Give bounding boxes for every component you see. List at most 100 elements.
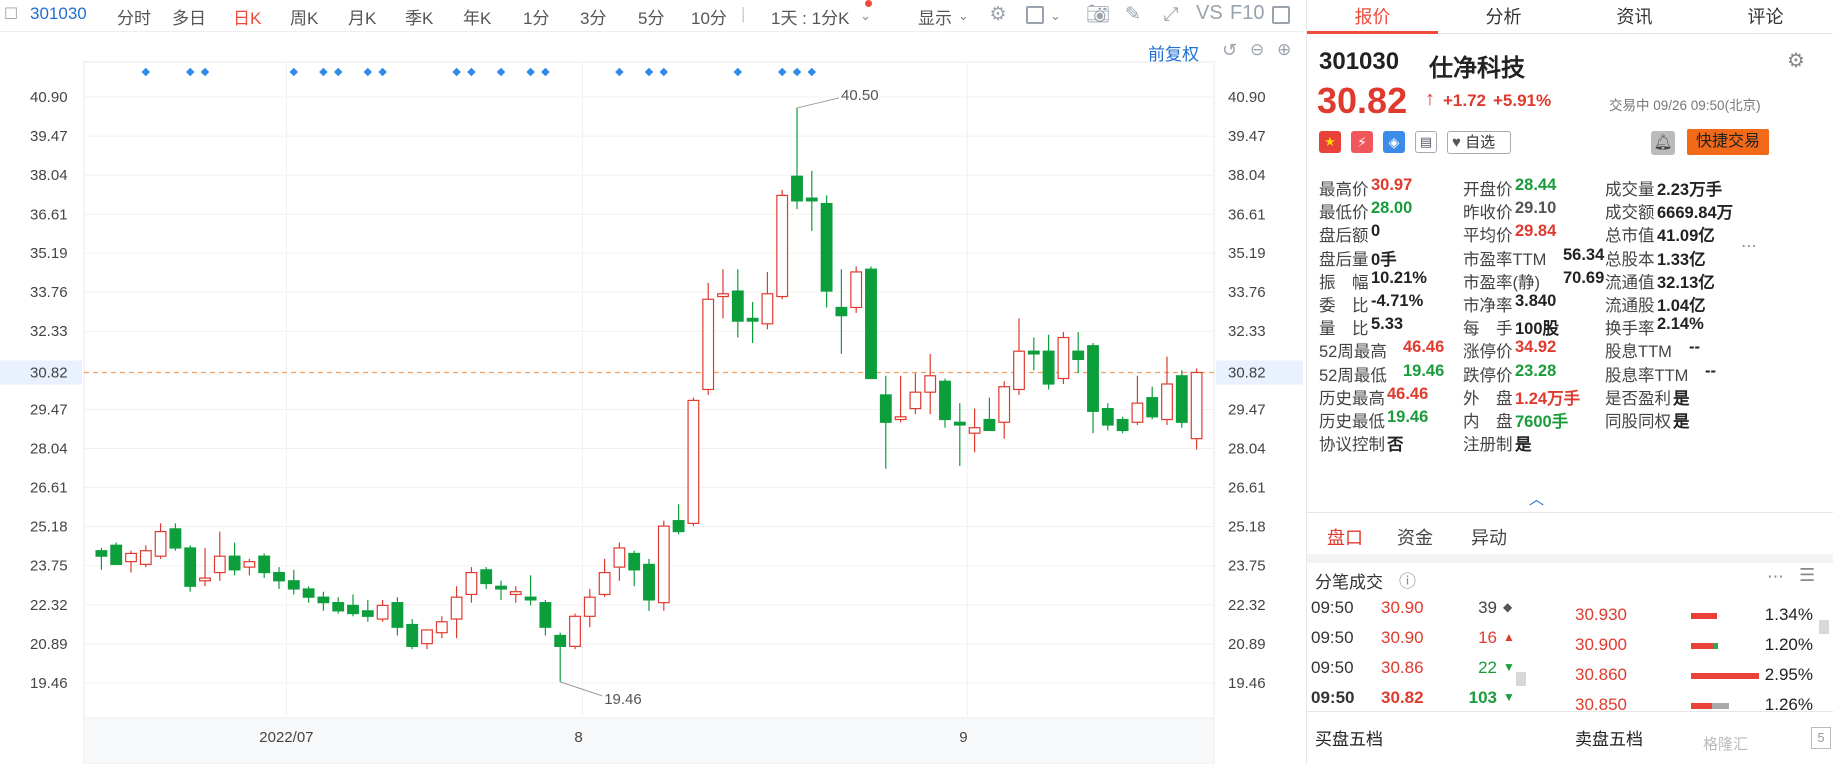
quote-value: 1.04亿 — [1657, 297, 1706, 315]
candle-body — [213, 555, 226, 574]
candle-body — [583, 596, 596, 617]
divider — [1307, 512, 1833, 513]
bookmark-icon[interactable]: ▤ — [1415, 131, 1437, 153]
candle-body — [924, 375, 937, 393]
period-year-k[interactable]: 年K — [463, 4, 491, 29]
dist-price: 30.930 — [1575, 605, 1627, 624]
candle-body — [317, 596, 330, 604]
interval-select[interactable]: 1天 : 1分K — [771, 4, 849, 29]
collapse-icon[interactable]: ︿ — [1529, 488, 1544, 509]
chevron-down-icon[interactable]: ⌄ — [860, 8, 871, 24]
candle-body — [865, 268, 877, 380]
pen-icon[interactable]: ✎ — [1122, 4, 1144, 26]
quote-label: 52周最低 — [1319, 366, 1387, 385]
period-week-k[interactable]: 周K — [290, 4, 318, 29]
subtab-capital[interactable]: 资金 — [1397, 524, 1433, 550]
candle-body — [1175, 375, 1188, 423]
period-quarter-k[interactable]: 季K — [405, 4, 433, 29]
candle-body — [258, 555, 271, 574]
candle-body — [850, 271, 863, 309]
scrollbar-thumb[interactable] — [1819, 620, 1829, 634]
period-10min[interactable]: 10分 — [691, 4, 727, 29]
display-menu[interactable]: 显示 — [918, 4, 952, 29]
add-watchlist-button[interactable]: ♥ 自选 — [1447, 131, 1511, 154]
navigator-strip — [83, 717, 1215, 764]
tick-price: 30.82 — [1381, 688, 1424, 707]
period-5min[interactable]: 5分 — [638, 4, 664, 29]
period-day-k[interactable]: 日K — [233, 4, 261, 29]
tick-price: 30.90 — [1381, 598, 1424, 617]
chevron-down-icon[interactable]: ⌄ — [958, 8, 969, 24]
tab-quote[interactable]: 报价 — [1307, 3, 1438, 29]
candle-body — [805, 197, 818, 202]
lightning-icon[interactable]: ⚡ — [1351, 131, 1373, 153]
camera-icon[interactable]: 📷︎ — [1086, 4, 1110, 26]
candle-body — [509, 591, 522, 596]
list-icon[interactable]: ☰ — [1799, 565, 1815, 586]
fullscreen-icon[interactable]: ⤢ — [1160, 4, 1182, 26]
dist-price: 30.850 — [1575, 695, 1627, 714]
period-1min[interactable]: 1分 — [523, 4, 549, 29]
sidebar-icon[interactable] — [1272, 6, 1290, 24]
checkbox-icon[interactable]: ☐ — [0, 4, 22, 26]
dist-pct: 2.95% — [1764, 665, 1813, 684]
scrollbar-thumb[interactable] — [1516, 672, 1526, 686]
candle-body — [820, 202, 833, 292]
x-axis-label: 9 — [959, 729, 967, 746]
tab-news[interactable]: 资讯 — [1569, 3, 1700, 29]
period-duori[interactable]: 多日 — [172, 4, 206, 29]
subtab-abnormal[interactable]: 异动 — [1471, 524, 1507, 550]
chart-toolbar: ☐ 301030 分时 多日 日K 周K 月K 季K 年K 1分 3分 5分 1… — [0, 0, 1303, 32]
kline-chart[interactable]: 40.90 40.90 39.47 39.47 38.04 38.04 36.61 36.61… — [0, 32, 1303, 764]
adjust-mode-button[interactable]: 前复权 — [1148, 40, 1199, 65]
price-tick-right: 28.04 — [1228, 440, 1266, 457]
quote-label: 52周最高 — [1319, 343, 1387, 362]
settings-icon[interactable]: ⚙ — [1787, 48, 1805, 73]
buy-five-levels: 买盘五档 — [1315, 730, 1383, 749]
period-3min[interactable]: 3分 — [580, 4, 606, 29]
ticks-title: 分笔成交 — [1315, 573, 1383, 592]
period-month-k[interactable]: 月K — [348, 4, 376, 29]
subtab-handicap[interactable]: 盘口 — [1327, 524, 1363, 550]
tab-analysis[interactable]: 分析 — [1438, 3, 1569, 29]
square-icon[interactable] — [1026, 6, 1044, 24]
info-icon[interactable]: ⓘ — [1399, 567, 1416, 592]
price-tick-left: 28.04 — [30, 440, 68, 457]
price-tick-left: 19.46 — [30, 675, 68, 692]
candle-body — [287, 580, 300, 590]
settings-icon[interactable]: ⚙ — [987, 4, 1009, 26]
more-icon[interactable]: ⋯ — [1741, 236, 1757, 256]
period-fenshi[interactable]: 分时 — [117, 4, 151, 29]
zoom-out-icon[interactable]: ⊖ — [1250, 40, 1264, 60]
candle-body — [465, 571, 478, 596]
candle-body — [746, 317, 759, 322]
vs-button[interactable]: VS — [1196, 2, 1223, 25]
quote-panel: 报价 分析 资讯 评论 301030 仕净科技 ⚙ 30.82 ↑ +1.72 … — [1306, 0, 1833, 764]
triangle-down-icon: ▼ — [1503, 660, 1515, 674]
undo-icon[interactable]: ↺ — [1222, 40, 1237, 61]
bell-icon[interactable]: 🔔︎ — [1651, 131, 1675, 155]
candle-body — [702, 298, 715, 391]
quote-label: 盘后量 — [1319, 250, 1369, 269]
panel-tabs: 报价 分析 资讯 评论 — [1307, 0, 1833, 34]
zoom-in-icon[interactable]: ⊕ — [1277, 40, 1291, 60]
candle-body — [776, 194, 789, 298]
dist-pct: 1.20% — [1764, 635, 1813, 654]
chevron-down-icon[interactable]: ⌄ — [1050, 8, 1061, 24]
quote-label: 振 幅 — [1319, 273, 1369, 292]
candle-body — [332, 602, 345, 612]
price-tick-left: 30.82 — [30, 365, 68, 382]
price-tick-left: 22.32 — [30, 597, 68, 614]
price-tick-left: 26.61 — [30, 480, 68, 497]
price-tick-left: 35.19 — [30, 245, 68, 262]
f10-button[interactable]: F10 — [1230, 2, 1264, 25]
candle-body — [613, 547, 626, 568]
tag-icon[interactable]: ◈ — [1383, 131, 1405, 153]
tab-comments[interactable]: 评论 — [1700, 3, 1831, 29]
quote-label: 流通股 — [1605, 297, 1655, 315]
quote-label: 成交量 — [1605, 181, 1655, 199]
quick-trade-button[interactable]: 快捷交易 — [1687, 129, 1769, 155]
price-tick-right: 39.47 — [1228, 128, 1266, 145]
quote-value: 34.92 — [1515, 338, 1557, 357]
more-icon[interactable]: ⋯ — [1767, 567, 1784, 587]
